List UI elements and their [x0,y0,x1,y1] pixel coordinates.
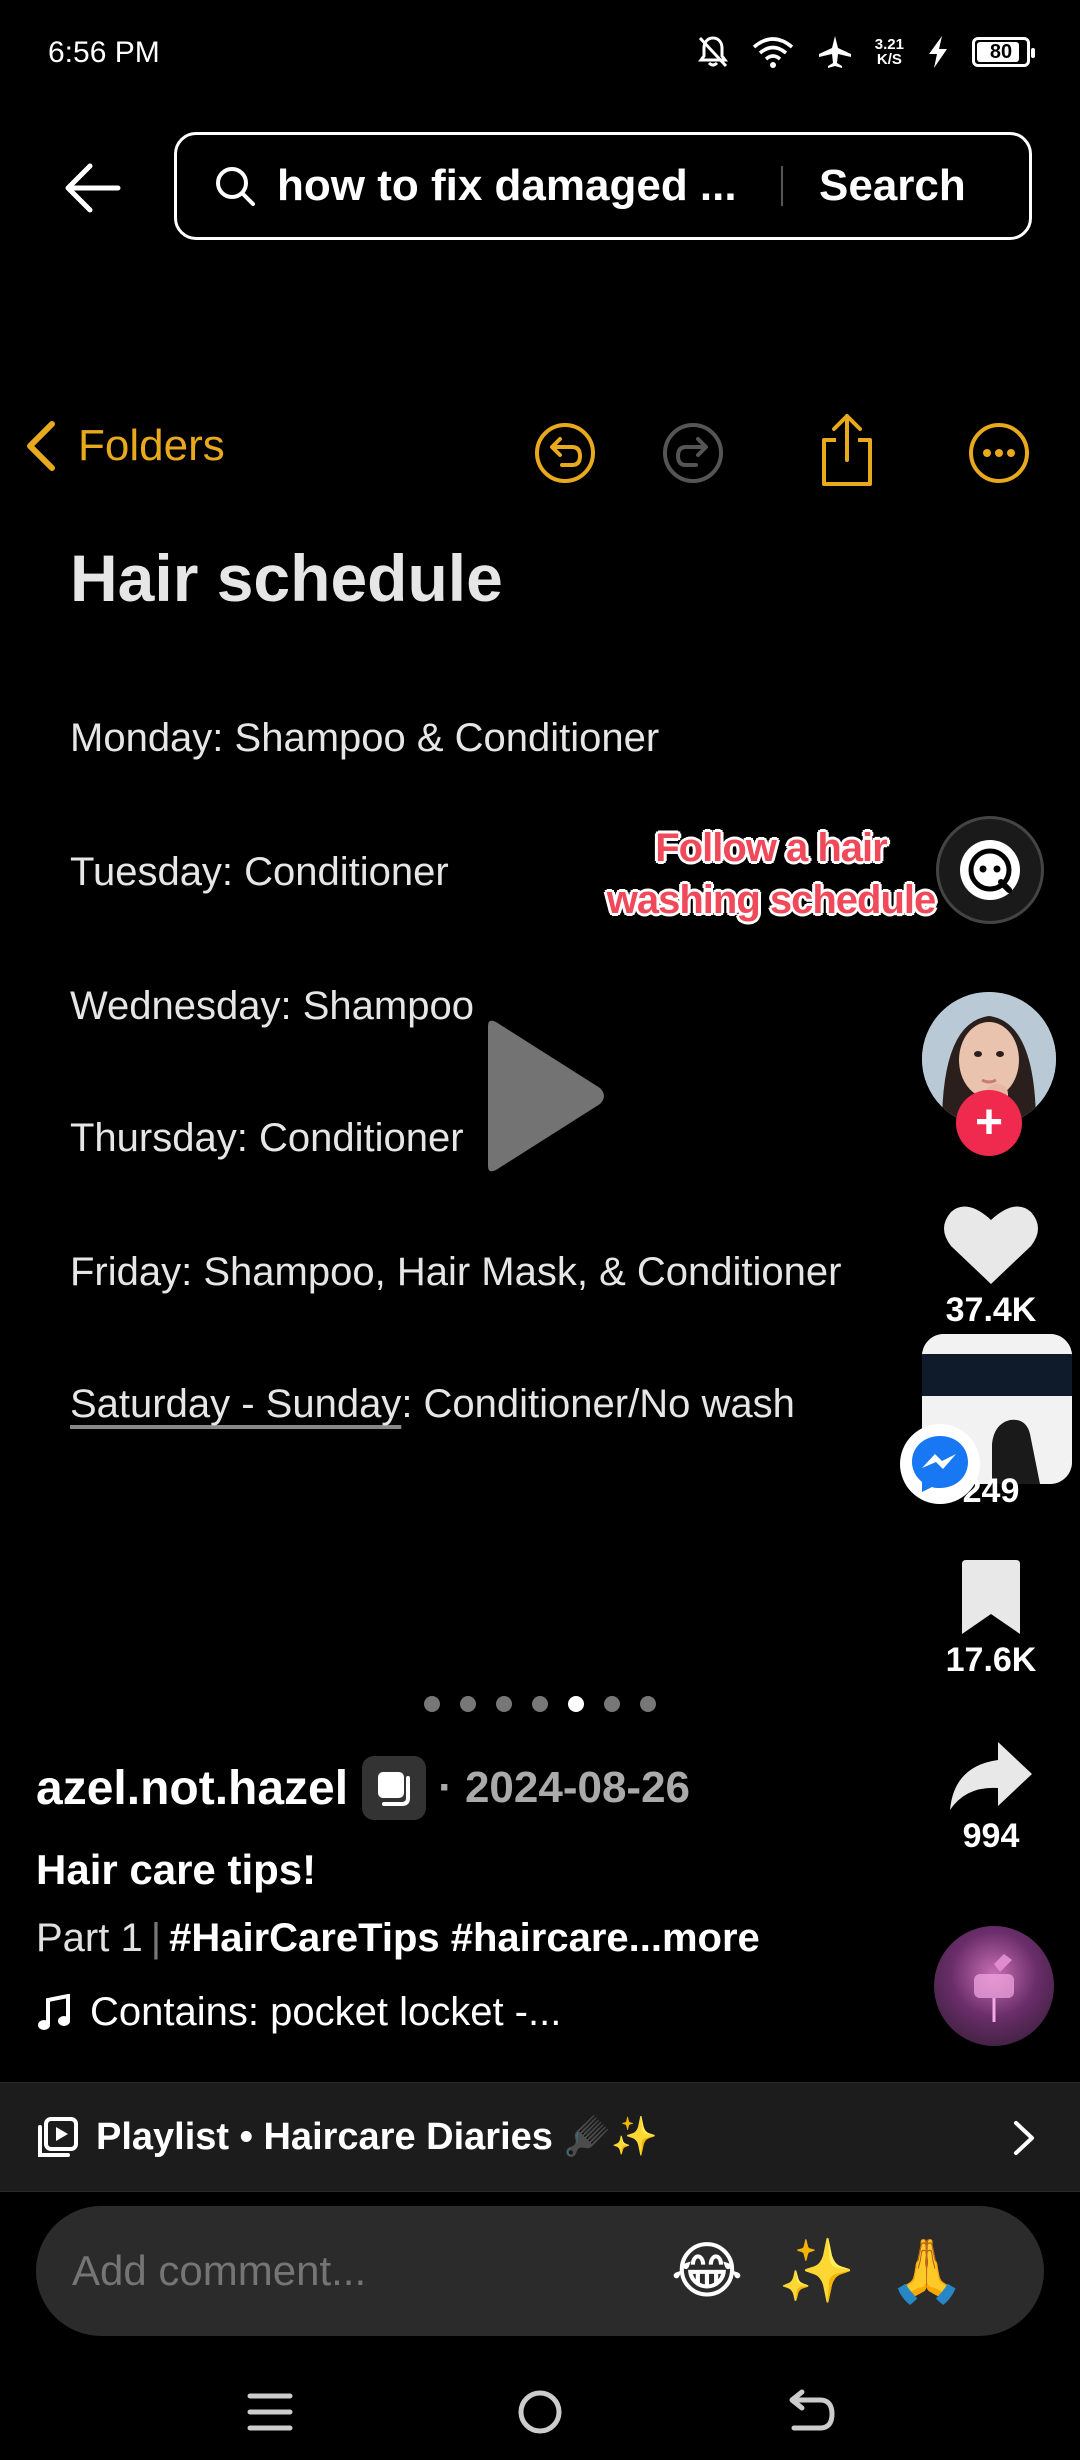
battery-level: 80 [989,40,1013,63]
chevron-right-icon [1014,2121,1034,2155]
back-arrow-icon[interactable] [60,156,124,220]
mute-bell-icon [697,36,728,68]
save-count: 17.6K [945,1641,1037,1679]
note-line-thursday: Thursday: Conditioner [70,1116,464,1160]
note-line-friday: Friday: Shampoo, Hair Mask, & Conditione… [70,1250,842,1294]
carousel-dot [460,1696,476,1712]
music-title: Contains: pocket locket -... [90,1990,562,2034]
carousel-dot [604,1696,620,1712]
menu-icon[interactable] [240,2386,300,2438]
share-icon [822,414,872,486]
airplane-icon [818,36,851,68]
note-line-wednesday: Wednesday: Shampoo [70,984,474,1028]
post-date: · 2024-08-26 [438,1763,691,1812]
repost-icon [378,1772,411,1806]
music-disc[interactable] [934,1926,1054,2046]
caption-text: Part 1 | #HairCareTips #haircare...more [36,1916,760,1961]
search-button[interactable]: Search [819,161,966,211]
author-row: azel.not.hazel · 2024-08-26 [36,1756,690,1820]
carousel-dot [532,1696,548,1712]
search-bar[interactable]: how to fix damaged ... Search [174,132,1032,240]
note-line-monday: Monday: Shampoo & Conditioner [70,716,660,760]
carousel-dot [568,1696,584,1712]
undo-icon [535,423,595,483]
carousel-dot [424,1696,440,1712]
music-row[interactable]: Contains: pocket locket -... [36,1990,561,2035]
bookmark-icon [962,1560,1020,1634]
status-icons: 3.21 K/S 80 [697,34,1035,70]
wifi-icon [752,37,793,68]
note-line-tuesday: Tuesday: Conditioner [70,850,449,894]
carousel-dot [496,1696,512,1712]
emoji-pray-button[interactable]: 🙏 [872,2206,982,2336]
caption-hashtags[interactable]: #HairCareTips #haircare [169,1916,629,1960]
system-nav-bar [0,2360,1080,2460]
more-icon [969,423,1029,483]
charging-bolt-icon [929,36,947,68]
note-line-weekend: Saturday - Sunday: Conditioner/No wash [70,1382,795,1427]
comment-button[interactable]: 249 [936,1472,1046,1511]
folders-label: Folders [78,421,225,470]
nav-back-icon[interactable] [780,2386,840,2438]
search-icon [216,167,255,206]
share-arrow-icon [950,1742,1032,1810]
home-icon[interactable] [510,2386,570,2438]
note-title: Hair schedule [70,541,503,615]
visual-search-button[interactable] [936,816,1044,924]
chevron-left-icon [27,421,55,471]
caption-title: Hair care tips! [36,1846,317,1893]
status-bar: 6:56 PM 3.21 K/S 80 [0,0,1080,110]
like-count: 37.4K [945,1291,1037,1329]
weekend-label: Saturday - Sunday [70,1382,402,1426]
redo-icon [663,423,723,483]
scan-face-icon [960,840,1020,900]
album-art-icon [974,1954,1014,2022]
video-overlay-caption: Follow a hair washing schedule [606,826,937,922]
comment-count: 249 [962,1472,1020,1510]
status-time: 6:56 PM [48,36,160,69]
search-divider [781,166,783,206]
heart-icon [944,1206,1038,1284]
emoji-laugh-button[interactable]: 😂 [652,2206,762,2336]
share-count: 994 [962,1817,1020,1855]
search-query[interactable]: how to fix damaged ... [277,161,747,211]
emoji-sparkles-button[interactable]: ✨ [762,2206,872,2336]
comment-bar: 😂 ✨ 🙏 [36,2206,1044,2336]
play-icon[interactable] [478,1018,608,1174]
save-button[interactable]: 17.6K [936,1560,1046,1680]
carousel-dot [640,1696,656,1712]
author-name[interactable]: azel.not.hazel [36,1761,348,1816]
playlist-icon [38,2117,78,2157]
music-note-icon [38,1993,70,2030]
caption-part: Part 1 [36,1916,143,1960]
network-speed: 3.21 K/S [874,36,904,68]
playlist-bar[interactable]: Playlist • Haircare Diaries 🪮✨ [0,2082,1080,2192]
share-button[interactable]: 994 [936,1740,1046,1856]
folders-link: Folders [22,420,225,472]
playlist-label: Playlist • Haircare Diaries 🪮✨ [96,2116,659,2158]
notes-toolbar: Folders [0,414,1080,490]
follow-button[interactable]: + [956,1090,1022,1156]
carousel-dots [424,1696,656,1712]
comment-input[interactable] [72,2247,632,2295]
like-button[interactable]: 37.4K [936,1202,1046,1330]
caption-divider: | [150,1916,162,1960]
battery-indicator: 80 [972,37,1035,67]
caption-more-link[interactable]: ...more [629,1916,760,1960]
repost-badge [362,1756,427,1820]
weekend-detail: : Conditioner/No wash [401,1382,795,1426]
